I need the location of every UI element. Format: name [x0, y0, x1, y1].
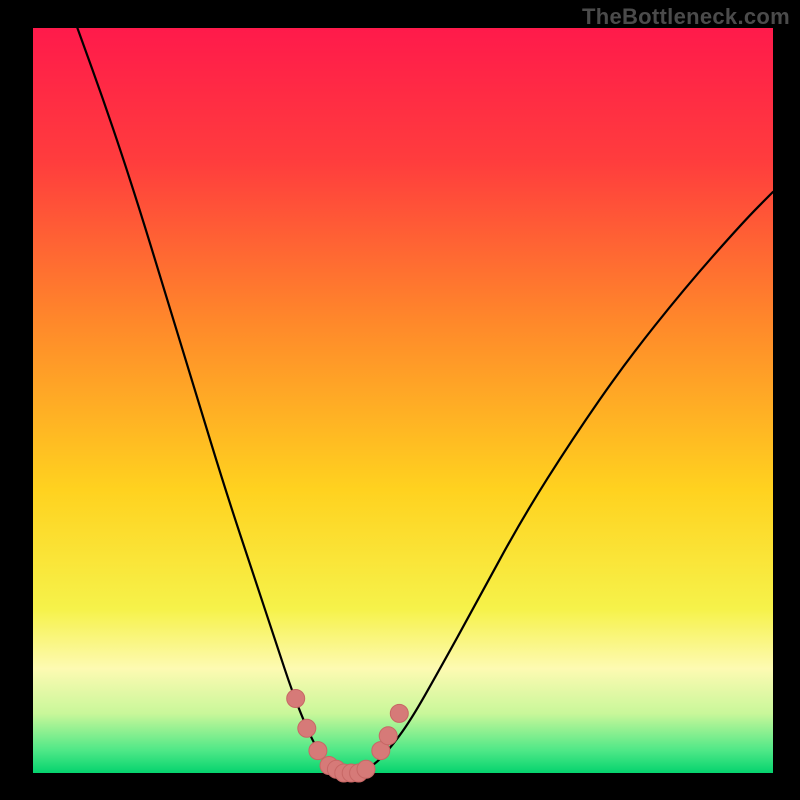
attribution-watermark: TheBottleneck.com [582, 4, 790, 30]
plot-background [33, 28, 773, 773]
valley-marker [379, 727, 397, 745]
valley-marker [390, 704, 408, 722]
valley-marker [287, 690, 305, 708]
valley-marker [309, 742, 327, 760]
bottleneck-chart [0, 0, 800, 800]
valley-marker [357, 760, 375, 778]
valley-marker [298, 719, 316, 737]
